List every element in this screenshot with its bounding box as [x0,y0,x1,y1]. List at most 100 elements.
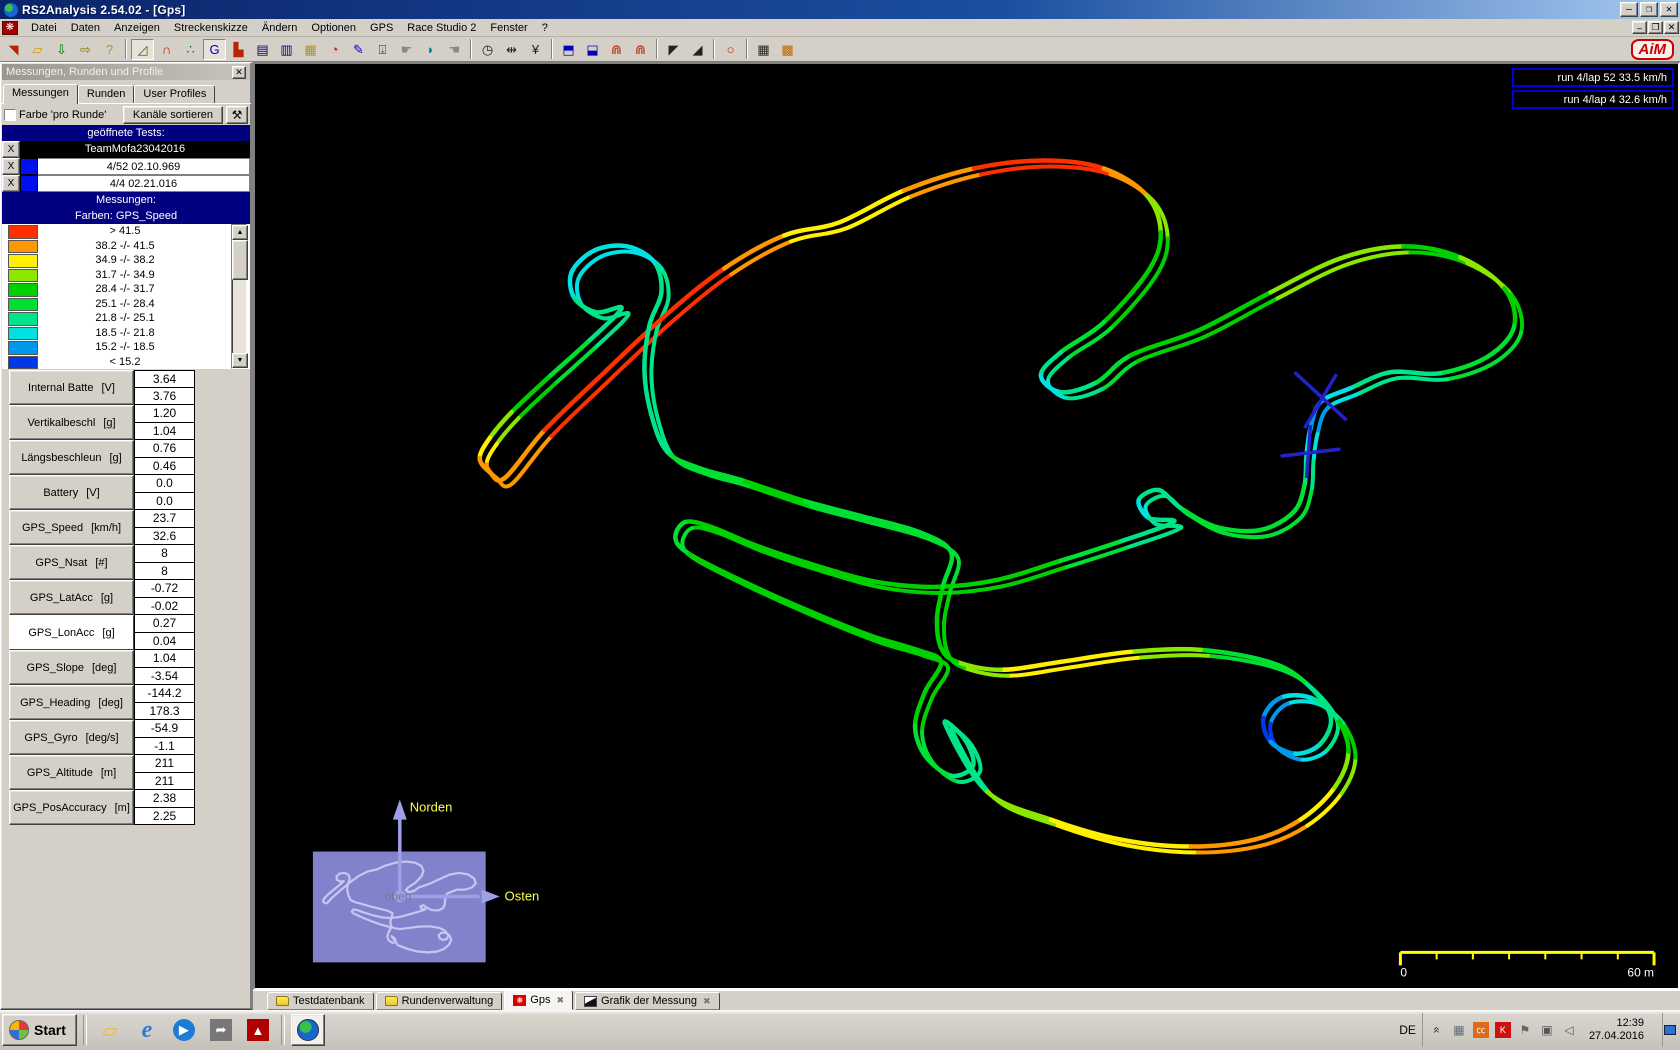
mdi-minimize-button[interactable]: – [1632,21,1647,34]
volume-tray-icon[interactable]: ◁ [1561,1022,1577,1038]
tab-messungen[interactable]: Messungen [3,84,78,104]
cube-icon[interactable]: ⬒ [557,39,580,60]
doc-tab-testdatenbank[interactable]: Testdatenbank [267,992,374,1010]
legend-color-swatch[interactable] [8,341,38,355]
redo-icon[interactable]: ◢ [686,39,709,60]
menu-item-gps[interactable]: GPS [363,20,400,36]
track-hand-icon[interactable]: ☛ [395,39,418,60]
legend-scrollbar[interactable]: ▲ ▼ [231,224,247,369]
legend-color-swatch[interactable] [8,269,38,283]
tab-close-icon[interactable]: ✖ [556,995,564,1006]
undo-icon[interactable]: ◤ [662,39,685,60]
open-folder-icon[interactable]: ▱ [26,39,49,60]
mdi-restore-button[interactable]: ❐ [1648,21,1663,34]
minimize-button[interactable]: – [1620,2,1638,17]
magnet-add-icon[interactable]: ⋒ [605,39,628,60]
close-button[interactable]: ✕ [1660,2,1678,17]
measures-icon[interactable]: ⍗ [371,39,394,60]
close-lap-icon[interactable]: X [2,158,20,175]
channel-button-l-ngsbeschleun[interactable]: Längsbeschleun[g] [9,440,134,475]
kaspersky-tray-icon[interactable]: K [1495,1022,1511,1038]
windows-update-tray-icon[interactable]: ▦ [1451,1022,1467,1038]
wrench-button[interactable]: ⚒ [226,106,248,124]
channel-button-battery[interactable]: Battery[V] [9,475,134,510]
expand-tray-icon[interactable]: « [1429,1022,1445,1038]
menu-item-race-studio-2[interactable]: Race Studio 2 [400,20,483,36]
mdi-child-icon[interactable]: ❋ [2,21,18,35]
legend-color-swatch[interactable] [8,283,38,297]
xy-graph-icon[interactable]: ∴ [179,39,202,60]
dbf-query-icon[interactable]: ? [98,39,121,60]
cc4-tray-icon[interactable]: ㏄ [1473,1022,1489,1038]
channel-button-gps-altitude[interactable]: GPS_Altitude[m] [9,755,134,790]
menu-item-optionen[interactable]: Optionen [304,20,363,36]
report-icon[interactable]: ▤ [251,39,274,60]
flag-tray-icon[interactable]: ⚑ [1517,1022,1533,1038]
test-name[interactable]: TeamMofa23042016 [20,141,250,158]
language-indicator[interactable]: DE [1399,1023,1416,1037]
sort-channels-button[interactable]: Kanäle sortieren [123,106,223,124]
hand-icon[interactable]: ☚ [443,39,466,60]
launcher-icon[interactable]: ➦ [204,1014,238,1046]
channel-button-gps-speed[interactable]: GPS_Speed[km/h] [9,510,134,545]
channel-button-vertikalbeschl[interactable]: Vertikalbeschl[g] [9,405,134,440]
doc-tab-rundenverwaltung[interactable]: Rundenverwaltung [376,992,503,1010]
rs2analysis-task-button[interactable] [291,1014,325,1046]
network-tray-icon[interactable]: ▣ [1539,1022,1555,1038]
legend-scroll-thumb[interactable] [232,240,248,280]
controller-icon[interactable]: ◗ [419,39,442,60]
channel-colors-icon[interactable]: ▦ [299,39,322,60]
report-preview-icon[interactable]: ▥ [275,39,298,60]
export-data-icon[interactable]: ⇨ [74,39,97,60]
color-per-lap-checkbox[interactable] [4,109,16,121]
split-icon[interactable]: ⇹ [500,39,523,60]
channel-button-gps-gyro[interactable]: GPS_Gyro[deg/s] [9,720,134,755]
maximize-button[interactable]: ❐ [1640,2,1658,17]
menu-item-streckenskizze[interactable]: Streckenskizze [167,20,255,36]
import-data-icon[interactable]: ⇩ [50,39,73,60]
legend-color-swatch[interactable] [8,356,38,370]
histogram-icon[interactable]: ▙ [227,39,250,60]
menu-item--[interactable]: ? [535,20,555,36]
channel-button-internal-batte[interactable]: Internal Batte[V] [9,370,134,405]
close-test-icon[interactable]: X [2,141,20,158]
channel-button-gps-latacc[interactable]: GPS_LatAcc[g] [9,580,134,615]
channel-button-gps-posaccuracy[interactable]: GPS_PosAccuracy[m] [9,790,134,825]
menu-item-datei[interactable]: Datei [24,20,64,36]
menu-item-anzeigen[interactable]: Anzeigen [107,20,167,36]
clock[interactable]: 12:39 27.04.2016 [1583,1017,1650,1043]
panel-close-icon[interactable]: ✕ [232,66,246,79]
adobe-reader-icon[interactable]: ▲ [241,1014,275,1046]
internet-explorer-icon[interactable]: e [130,1014,164,1046]
tab-user-profiles[interactable]: User Profiles [134,85,215,103]
clock-icon[interactable]: ◷ [476,39,499,60]
legend-color-swatch[interactable] [8,254,38,268]
mdi-close-button[interactable]: ✕ [1664,21,1679,34]
time-graph-icon[interactable]: ◿ [131,39,154,60]
lap-label[interactable]: 4/4 02.21.016 [38,175,250,192]
gps-map-view[interactable]: run 4/lap 52 33.5 km/hrun 4/lap 4 32.6 k… [253,62,1680,990]
gauge-icon[interactable]: ◔ [323,39,346,60]
color-grid-icon[interactable]: ▩ [776,39,799,60]
close-lap-icon[interactable]: X [2,175,20,192]
menu-item--ndern[interactable]: Ändern [255,20,304,36]
grid-icon[interactable]: ▦ [752,39,775,60]
legend-color-swatch[interactable] [8,298,38,312]
legend-color-swatch[interactable] [8,327,38,341]
lap-label[interactable]: 4/52 02.10.969 [38,158,250,175]
open-test-icon[interactable]: ◥ [2,39,25,60]
cube-select-icon[interactable]: ⬓ [581,39,604,60]
channel-button-gps-heading[interactable]: GPS_Heading[deg] [9,685,134,720]
channel-button-gps-nsat[interactable]: GPS_Nsat[#] [9,545,134,580]
media-player-icon[interactable]: ▶ [167,1014,201,1046]
legend-color-swatch[interactable] [8,240,38,254]
curve-graph-icon[interactable]: ∩ [155,39,178,60]
cursor-cross-icon[interactable] [1295,372,1347,420]
legend-color-swatch[interactable] [8,225,38,239]
explorer-icon[interactable]: ▱ [93,1014,127,1046]
magnet-orbit-icon[interactable]: ⋒ [629,39,652,60]
filter-icon[interactable]: ¥ [524,39,547,60]
cursor-cross-icon[interactable] [1281,449,1341,456]
gps-track-canvas[interactable]: NordenOstenoben060 m [255,64,1678,988]
doc-tab-gps[interactable]: ❋Gps✖ [504,990,573,1010]
